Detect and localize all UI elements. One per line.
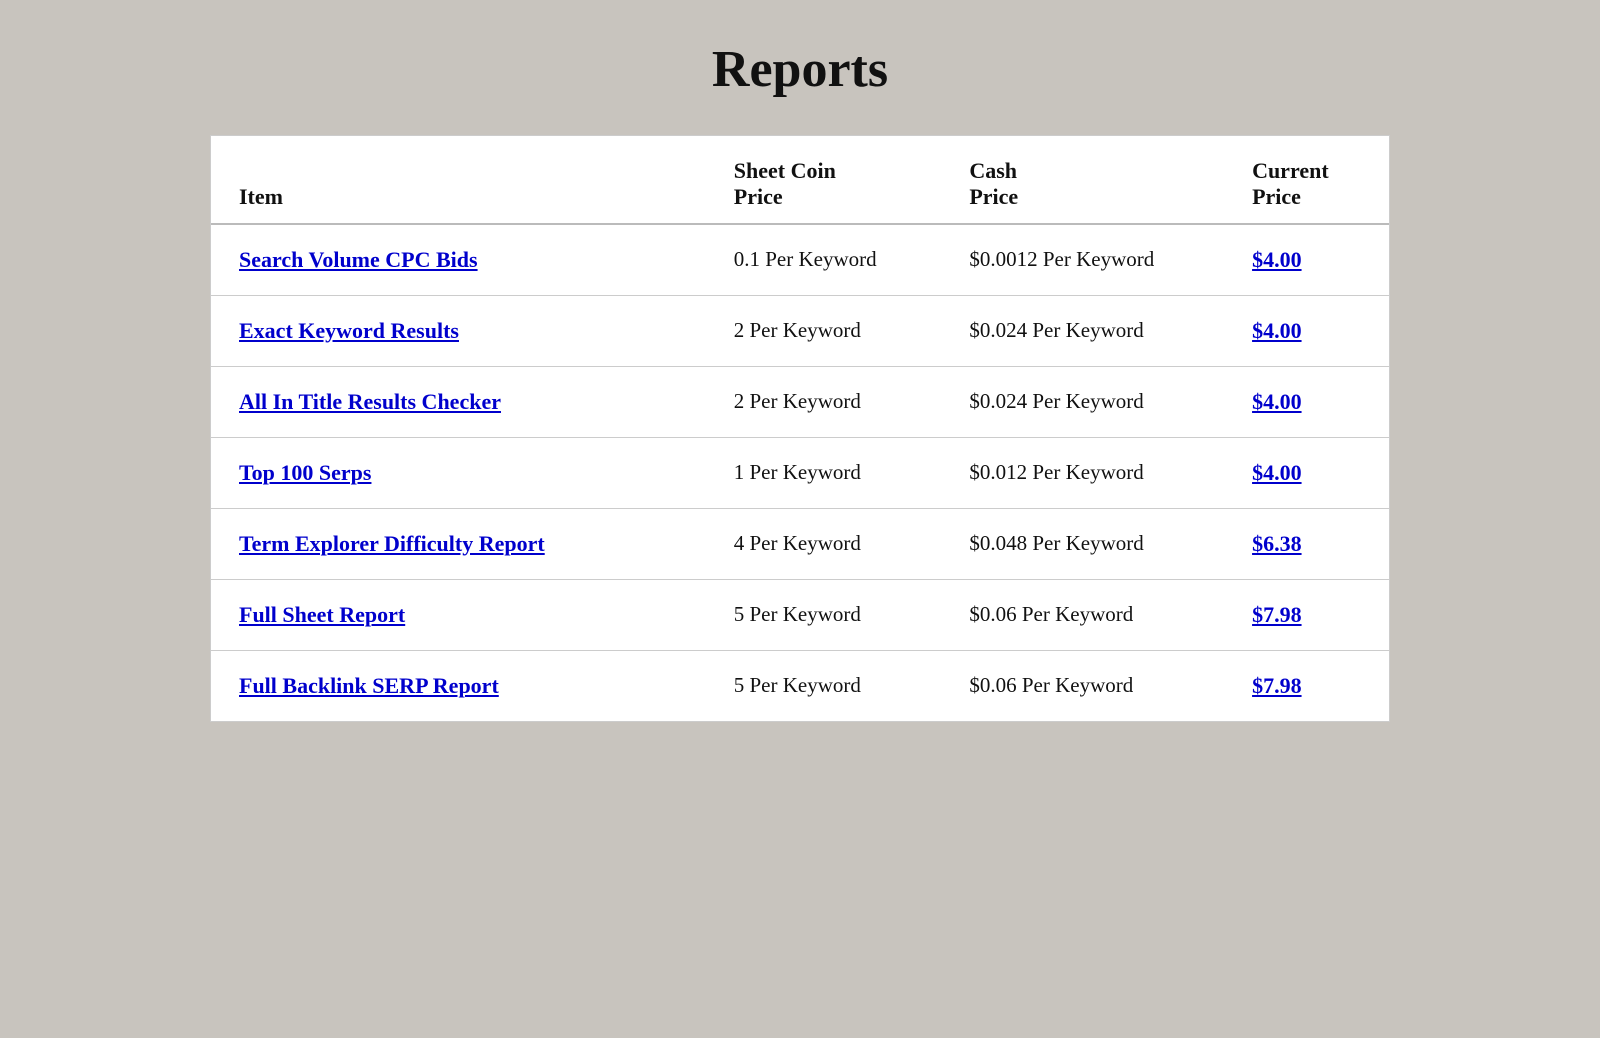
- column-header-item: Item: [211, 136, 706, 224]
- item-cell: Full Backlink SERP Report: [211, 650, 706, 721]
- item-link-4[interactable]: Term Explorer Difficulty Report: [239, 531, 545, 556]
- item-link-5[interactable]: Full Sheet Report: [239, 602, 405, 627]
- item-cell: Top 100 Serps: [211, 437, 706, 508]
- current-price-link-5[interactable]: $7.98: [1252, 602, 1302, 627]
- sheet-coin-price-cell: 5 Per Keyword: [706, 650, 942, 721]
- table-row: Search Volume CPC Bids 0.1 Per Keyword $…: [211, 224, 1389, 296]
- item-link-0[interactable]: Search Volume CPC Bids: [239, 247, 478, 272]
- sheet-coin-price-cell: 2 Per Keyword: [706, 366, 942, 437]
- cash-price-cell: $0.06 Per Keyword: [941, 579, 1224, 650]
- item-cell: Term Explorer Difficulty Report: [211, 508, 706, 579]
- current-price-link-1[interactable]: $4.00: [1252, 318, 1302, 343]
- current-price-link-0[interactable]: $4.00: [1252, 247, 1302, 272]
- current-price-cell: $7.98: [1224, 650, 1389, 721]
- sheet-coin-price-cell: 1 Per Keyword: [706, 437, 942, 508]
- sheet-coin-price-cell: 2 Per Keyword: [706, 295, 942, 366]
- item-cell: Search Volume CPC Bids: [211, 224, 706, 296]
- reports-table: Item Sheet Coin Price Cash Price Current…: [211, 136, 1389, 721]
- table-header-row: Item Sheet Coin Price Cash Price Current…: [211, 136, 1389, 224]
- item-link-1[interactable]: Exact Keyword Results: [239, 318, 459, 343]
- cash-price-cell: $0.0012 Per Keyword: [941, 224, 1224, 296]
- column-header-cash-price: Cash Price: [941, 136, 1224, 224]
- item-cell: Exact Keyword Results: [211, 295, 706, 366]
- item-cell: All In Title Results Checker: [211, 366, 706, 437]
- current-price-link-4[interactable]: $6.38: [1252, 531, 1302, 556]
- sheet-coin-price-cell: 4 Per Keyword: [706, 508, 942, 579]
- column-header-sheet-coin-price: Sheet Coin Price: [706, 136, 942, 224]
- item-link-6[interactable]: Full Backlink SERP Report: [239, 673, 499, 698]
- current-price-link-3[interactable]: $4.00: [1252, 460, 1302, 485]
- sheet-coin-price-cell: 5 Per Keyword: [706, 579, 942, 650]
- current-price-link-6[interactable]: $7.98: [1252, 673, 1302, 698]
- sheet-coin-price-cell: 0.1 Per Keyword: [706, 224, 942, 296]
- item-link-2[interactable]: All In Title Results Checker: [239, 389, 501, 414]
- table-row: Top 100 Serps 1 Per Keyword $0.012 Per K…: [211, 437, 1389, 508]
- table-row: Exact Keyword Results 2 Per Keyword $0.0…: [211, 295, 1389, 366]
- table-row: Full Sheet Report 5 Per Keyword $0.06 Pe…: [211, 579, 1389, 650]
- item-link-3[interactable]: Top 100 Serps: [239, 460, 371, 485]
- page-title: Reports: [712, 40, 888, 99]
- current-price-link-2[interactable]: $4.00: [1252, 389, 1302, 414]
- current-price-cell: $4.00: [1224, 366, 1389, 437]
- current-price-cell: $4.00: [1224, 295, 1389, 366]
- cash-price-cell: $0.012 Per Keyword: [941, 437, 1224, 508]
- cash-price-cell: $0.024 Per Keyword: [941, 295, 1224, 366]
- current-price-cell: $7.98: [1224, 579, 1389, 650]
- cash-price-cell: $0.06 Per Keyword: [941, 650, 1224, 721]
- item-cell: Full Sheet Report: [211, 579, 706, 650]
- current-price-cell: $4.00: [1224, 224, 1389, 296]
- table-row: All In Title Results Checker 2 Per Keywo…: [211, 366, 1389, 437]
- table-row: Term Explorer Difficulty Report 4 Per Ke…: [211, 508, 1389, 579]
- table-row: Full Backlink SERP Report 5 Per Keyword …: [211, 650, 1389, 721]
- reports-table-wrapper: Item Sheet Coin Price Cash Price Current…: [210, 135, 1390, 722]
- cash-price-cell: $0.024 Per Keyword: [941, 366, 1224, 437]
- current-price-cell: $6.38: [1224, 508, 1389, 579]
- column-header-current-price: Current Price: [1224, 136, 1389, 224]
- current-price-cell: $4.00: [1224, 437, 1389, 508]
- cash-price-cell: $0.048 Per Keyword: [941, 508, 1224, 579]
